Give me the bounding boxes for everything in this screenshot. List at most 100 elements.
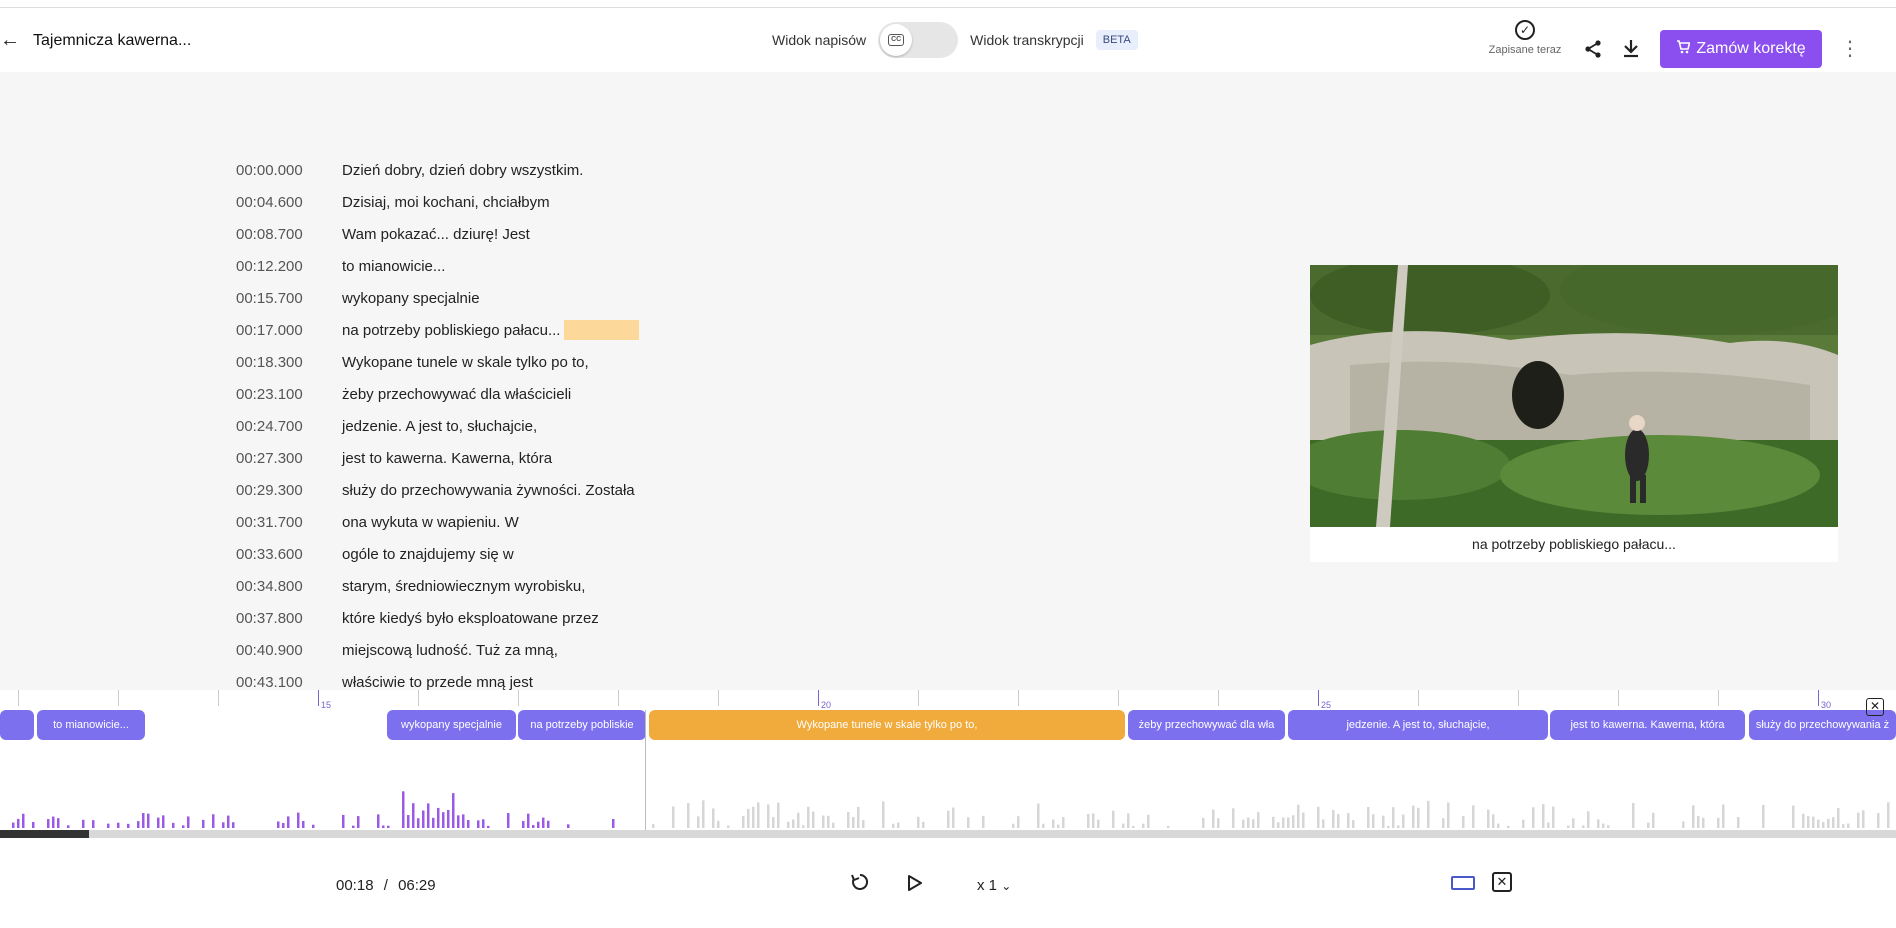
playback-speed-select[interactable]: x 1 ⌄: [977, 877, 1011, 894]
segment-text[interactable]: ogóle to znajdujemy się w: [342, 546, 514, 563]
segment-text[interactable]: Dzisiaj, moi kochani, chciałbym: [342, 194, 550, 211]
timeline-segment[interactable]: wykopany specjalnie: [387, 710, 516, 740]
segment-timestamp[interactable]: 00:12.200: [236, 258, 342, 275]
segment-text[interactable]: które kiedyś było eksploatowane przez: [342, 610, 599, 627]
transcript-row[interactable]: 00:18.300 Wykopane tunele w skale tylko p…: [236, 346, 996, 378]
timeline-segment[interactable]: żeby przechowywać dla wła: [1128, 710, 1285, 740]
waveform-bar: [967, 817, 970, 828]
transcript-row[interactable]: 00:37.800 które kiedyś było eksploatowane…: [236, 602, 996, 634]
transcript-row[interactable]: 00:17.000 na potrzeby pobliskiego pałacu.…: [236, 314, 996, 346]
share-icon[interactable]: [1582, 38, 1604, 60]
segment-text[interactable]: właściwie to przede mną jest: [342, 674, 533, 691]
more-options-icon[interactable]: ⋮: [1840, 36, 1860, 62]
transcript-row[interactable]: 00:34.800 starym, średniowiecznym wyrobis…: [236, 570, 996, 602]
transcript-row[interactable]: 00:27.300 jest to kawerna. Kawerna, która: [236, 442, 996, 474]
segment-timestamp[interactable]: 00:24.700: [236, 418, 342, 435]
transcript-row[interactable]: 00:29.300 służy do przechowywania żywnośc…: [236, 474, 996, 506]
segment-timestamp[interactable]: 00:04.600: [236, 194, 342, 211]
waveform-bar: [727, 825, 730, 828]
segment-text[interactable]: służy do przechowywania żywności. Został…: [342, 482, 635, 499]
beta-badge: BETA: [1095, 30, 1138, 50]
ruler-major-tick: [818, 690, 819, 706]
waveform-bar: [1442, 818, 1445, 828]
transcript-row[interactable]: 00:31.700 ona wykuta w wapieniu. W: [236, 506, 996, 538]
timeline-segment[interactable]: na potrzeby pobliskie: [518, 710, 646, 740]
ruler-tick: [1718, 690, 1719, 706]
video-frame[interactable]: [1310, 265, 1838, 527]
waveform-bar: [892, 823, 895, 828]
rewind-icon[interactable]: [846, 872, 874, 900]
segment-text[interactable]: Wykopane tunele w skale tylko po to,: [342, 354, 589, 371]
timeline-ruler: 15 20 25 30: [0, 690, 1896, 710]
segment-timestamp[interactable]: 00:27.300: [236, 450, 342, 467]
waveform-bar: [162, 815, 165, 828]
segment-text[interactable]: żeby przechowywać dla właścicieli: [342, 386, 571, 403]
order-proofreading-button[interactable]: Zamów korektę: [1660, 30, 1822, 68]
ruler-major-tick: [318, 690, 319, 706]
waveform-bar: [1822, 822, 1825, 828]
waveform-bar: [1692, 805, 1695, 828]
playback-progress-bar[interactable]: [0, 830, 1896, 838]
transcript-row[interactable]: 00:12.200 to mianowicie...: [236, 250, 996, 282]
segment-text[interactable]: jest to kawerna. Kawerna, która: [342, 450, 552, 467]
segment-text[interactable]: Wam pokazać... dziurę! Jest: [342, 226, 530, 243]
download-icon[interactable]: [1620, 38, 1642, 60]
transcript-row[interactable]: 00:24.700 jedzenie. A jest to, słuchajcie…: [236, 410, 996, 442]
play-icon[interactable]: [901, 872, 929, 900]
timeline-segment-active[interactable]: Wykopane tunele w skale tylko po to,: [649, 710, 1125, 740]
timeline-segment[interactable]: [0, 710, 34, 740]
segment-timestamp[interactable]: 00:37.800: [236, 610, 342, 627]
timeline-segment[interactable]: to mianowicie...: [37, 710, 145, 740]
toggle-knob[interactable]: CC: [880, 24, 913, 56]
waveform-bar: [417, 818, 420, 828]
segment-timestamp[interactable]: 00:43.100: [236, 674, 342, 691]
transcript-row[interactable]: 00:04.600 Dzisiaj, moi kochani, chciałbym: [236, 186, 996, 218]
waveform-bar: [1652, 812, 1655, 828]
back-arrow-icon[interactable]: ←: [0, 30, 20, 50]
waveform-bar: [1762, 804, 1765, 828]
waveform-bar: [897, 822, 900, 828]
transcript-row[interactable]: 00:33.600 ogóle to znajdujemy się w: [236, 538, 996, 570]
transcript-row[interactable]: 00:15.700 wykopany specjalnie: [236, 282, 996, 314]
subtitle-view-label[interactable]: Widok napisów: [772, 32, 866, 48]
segment-timestamp[interactable]: 00:18.300: [236, 354, 342, 371]
segment-text[interactable]: Dzień dobry, dzień dobry wszystkim.: [342, 162, 583, 179]
segment-text[interactable]: ona wykuta w wapieniu. W: [342, 514, 519, 531]
playhead[interactable]: [645, 710, 646, 830]
audio-waveform[interactable]: [0, 748, 1896, 828]
segment-text[interactable]: to mianowicie...: [342, 258, 445, 275]
segment-text[interactable]: miejscową ludność. Tuż za mną,: [342, 642, 558, 659]
segment-timestamp[interactable]: 00:15.700: [236, 290, 342, 307]
waveform-bar: [1212, 809, 1215, 828]
transcription-view-label[interactable]: Widok transkrypcji: [970, 32, 1084, 48]
waveform-bar: [522, 820, 525, 828]
transcript-row[interactable]: 00:08.700 Wam pokazać... dziurę! Jest: [236, 218, 996, 250]
segment-timestamp[interactable]: 00:08.700: [236, 226, 342, 243]
segment-timestamp[interactable]: 00:29.300: [236, 482, 342, 499]
waveform-bar: [1317, 806, 1320, 828]
waveform-bar: [212, 814, 215, 828]
segment-timestamp[interactable]: 00:17.000: [236, 322, 342, 339]
segment-timestamp[interactable]: 00:34.800: [236, 578, 342, 595]
segment-text[interactable]: wykopany specjalnie: [342, 290, 480, 307]
segment-timestamp[interactable]: 00:40.900: [236, 642, 342, 659]
segment-timestamp[interactable]: 00:00.000: [236, 162, 342, 179]
segment-text[interactable]: na potrzeby pobliskiego pałacu...: [342, 322, 560, 339]
timeline-segment[interactable]: jest to kawerna. Kawerna, która: [1550, 710, 1745, 740]
view-toggle[interactable]: CC: [878, 22, 959, 58]
ruler-icon[interactable]: [1451, 876, 1475, 890]
transcript-row[interactable]: 00:00.000 Dzień dobry, dzień dobry wszyst…: [236, 154, 996, 186]
transcript-row[interactable]: 00:23.100 żeby przechowywać dla właścicie…: [236, 378, 996, 410]
segment-timestamp[interactable]: 00:33.600: [236, 546, 342, 563]
segment-timestamp[interactable]: 00:31.700: [236, 514, 342, 531]
timeline[interactable]: 15 20 25 30 to mianowicie... wykopany specja…: [0, 690, 1896, 840]
segment-text[interactable]: jedzenie. A jest to, słuchajcie,: [342, 418, 537, 435]
segment-text[interactable]: starym, średniowiecznym wyrobisku,: [342, 578, 585, 595]
close-timeline-icon[interactable]: ✕: [1492, 872, 1512, 892]
timeline-segment[interactable]: jedzenie. A jest to, słuchajcie,: [1288, 710, 1548, 740]
transcript-row[interactable]: 00:40.900 miejscową ludność. Tuż za mną,: [236, 634, 996, 666]
current-segment-highlight: [564, 320, 640, 340]
segment-timestamp[interactable]: 00:23.100: [236, 386, 342, 403]
waveform-bar: [1062, 816, 1065, 828]
close-icon[interactable]: ✕: [1866, 698, 1884, 716]
